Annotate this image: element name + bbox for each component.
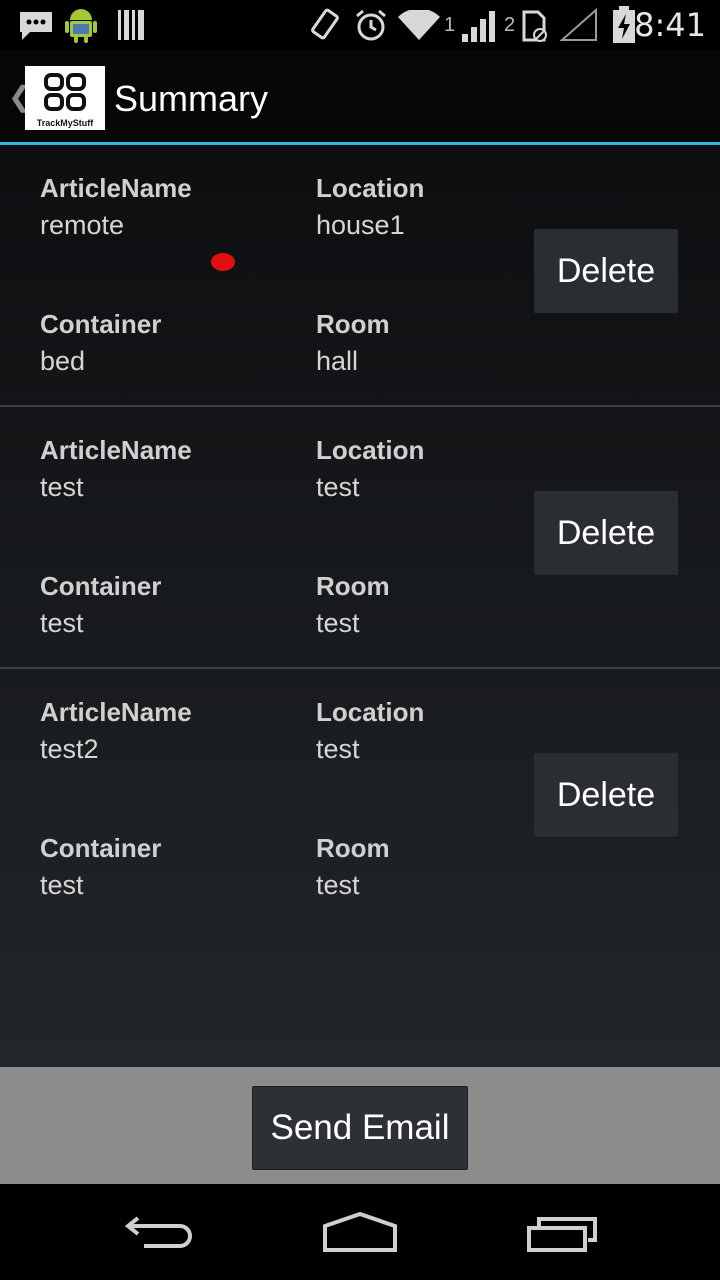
article-name-label: ArticleName xyxy=(40,435,192,465)
page-title: Summary xyxy=(114,78,269,119)
room-label: Room xyxy=(316,571,390,601)
status-bar: 1 2 8:41 xyxy=(0,0,720,50)
action-bar xyxy=(0,50,720,142)
send-email-button[interactable]: Send Email xyxy=(252,1086,468,1170)
recents-icon[interactable] xyxy=(526,1216,598,1252)
room-value: hall xyxy=(316,346,359,376)
article-name-label: ArticleName xyxy=(40,697,192,727)
rotate-icon xyxy=(311,8,339,40)
location-value: house1 xyxy=(316,210,405,240)
wifi-icon xyxy=(398,10,440,40)
location-label: Location xyxy=(316,697,425,727)
sim2-label: 2 xyxy=(504,14,516,36)
android-icon xyxy=(65,9,97,43)
status-time: 8:41 xyxy=(634,6,706,44)
signal-2-icon xyxy=(522,10,547,42)
list-item: ArticleName test Location test Container… xyxy=(0,407,720,669)
delete-button[interactable]: Delete xyxy=(534,229,678,313)
home-icon[interactable] xyxy=(322,1212,398,1252)
delete-button[interactable]: Delete xyxy=(534,491,678,575)
delete-button[interactable]: Delete xyxy=(534,753,678,837)
list-item: ArticleName remote Location house1 Conta… xyxy=(0,145,720,407)
location-value: test xyxy=(316,472,360,502)
article-name-value: remote xyxy=(40,210,125,240)
container-value: bed xyxy=(40,346,86,376)
location-label: Location xyxy=(316,173,425,203)
signal-1-icon xyxy=(462,11,495,42)
room-label: Room xyxy=(316,309,390,339)
room-value: test xyxy=(316,870,360,900)
article-name-value: test xyxy=(40,472,84,502)
article-name-value: test2 xyxy=(40,734,99,764)
article-name-label: ArticleName xyxy=(40,173,192,203)
message-icon xyxy=(20,12,52,40)
navigation-bar xyxy=(0,1184,720,1280)
container-label: Container xyxy=(40,571,162,601)
list-item: ArticleName test2 Location test Containe… xyxy=(0,669,720,931)
sim1-label: 1 xyxy=(444,14,456,36)
logo-caption: TrackMyStuff xyxy=(36,118,94,128)
container-label: Container xyxy=(40,309,162,339)
container-value: test xyxy=(40,608,84,638)
no-sim-icon xyxy=(560,8,597,41)
battery-charging-icon xyxy=(613,6,635,43)
container-label: Container xyxy=(40,833,162,863)
app-logo[interactable]: TrackMyStuff xyxy=(25,66,105,130)
location-value: test xyxy=(316,734,360,764)
room-value: test xyxy=(316,608,360,638)
summary-list: ArticleName remote Location house1 Conta… xyxy=(0,145,720,1067)
alarm-icon xyxy=(356,9,386,41)
touch-indicator xyxy=(211,253,235,271)
room-label: Room xyxy=(316,833,390,863)
container-value: test xyxy=(40,870,84,900)
back-icon[interactable] xyxy=(124,1216,194,1252)
location-label: Location xyxy=(316,435,425,465)
app-logo-icon xyxy=(44,73,86,111)
barcode-icon xyxy=(118,10,144,40)
